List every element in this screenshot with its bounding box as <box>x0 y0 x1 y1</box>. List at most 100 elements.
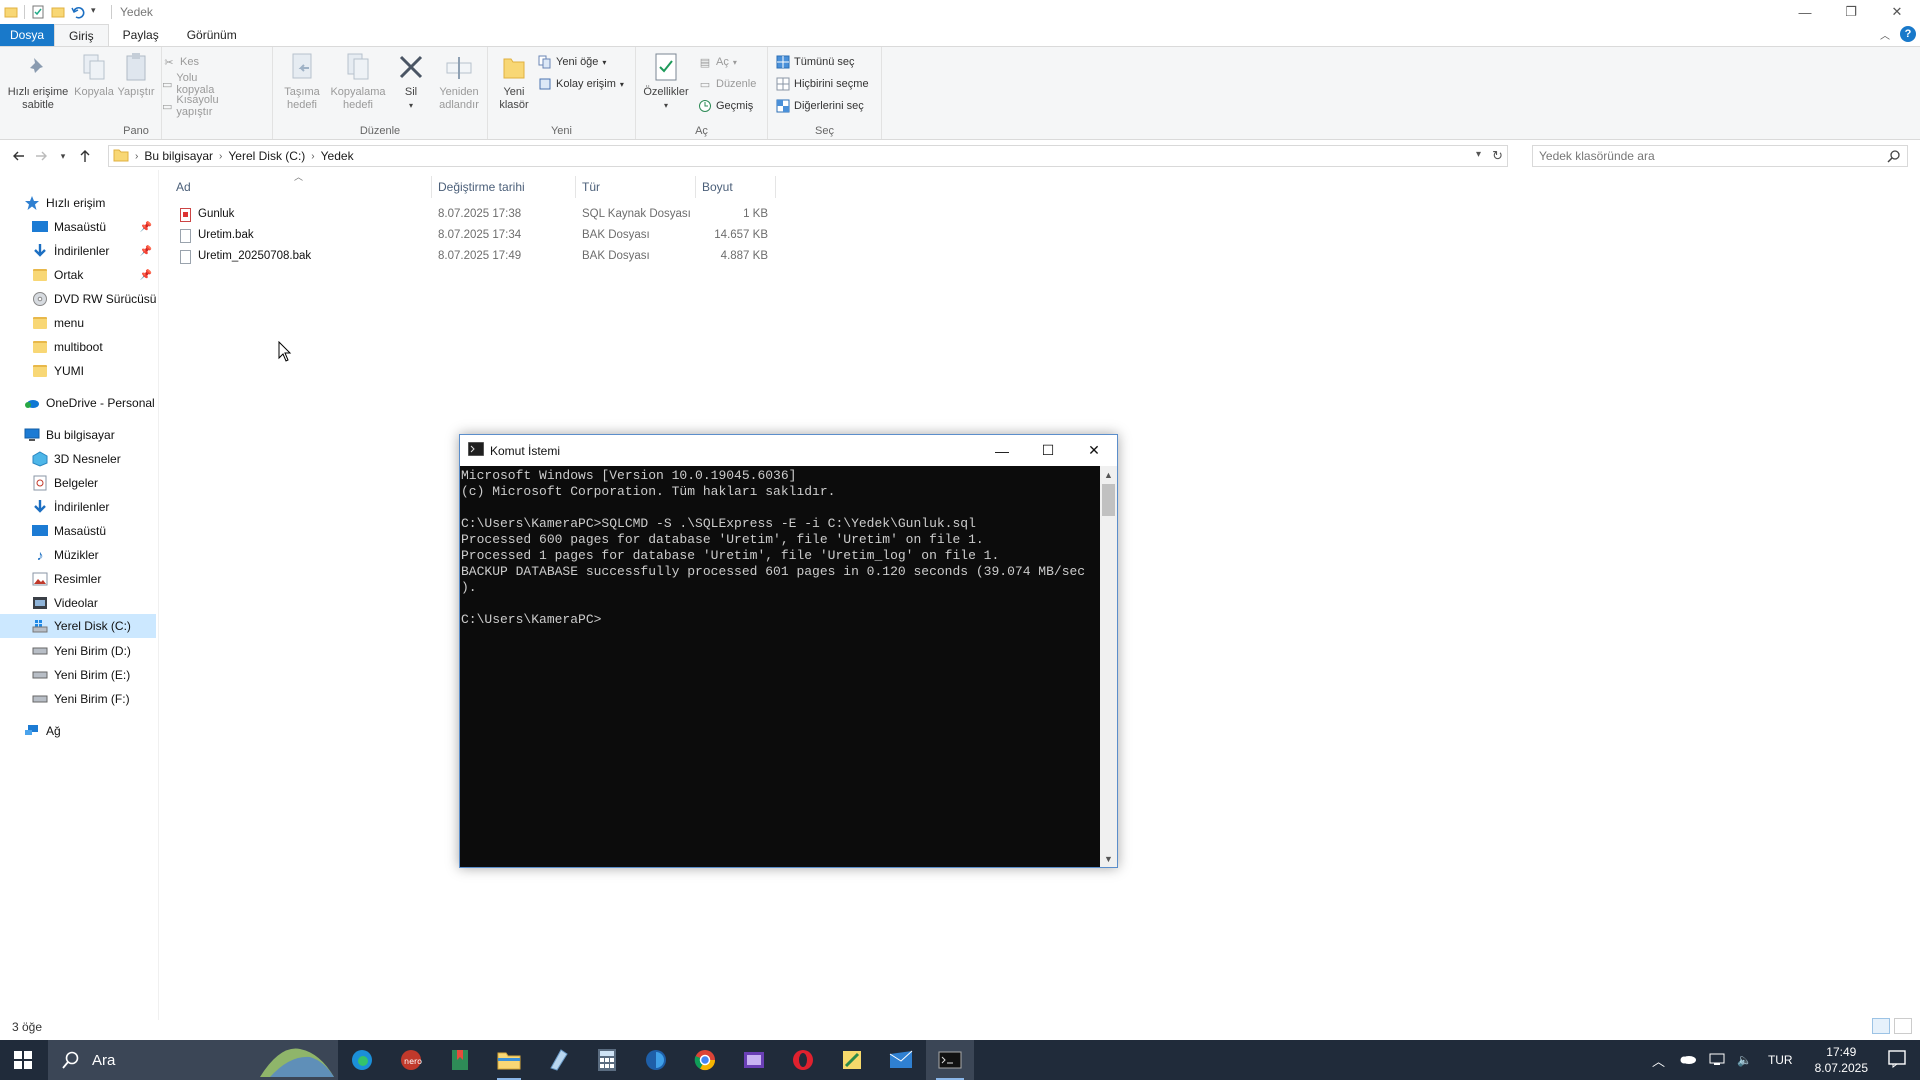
breadcrumb-this-pc[interactable]: Bu bilgisayar <box>144 149 213 163</box>
select-none-button[interactable]: Hiçbirini seçme <box>776 75 869 93</box>
tab-file[interactable]: Dosya <box>0 24 54 46</box>
file-row-gunluk[interactable]: Gunluk 8.07.2025 17:38 SQL Kaynak Dosyas… <box>176 205 776 225</box>
cmd-maximize-button[interactable]: ☐ <box>1025 435 1071 466</box>
new-folder-icon[interactable] <box>51 5 65 19</box>
cmd-minimize-button[interactable]: — <box>979 435 1025 466</box>
nav-music[interactable]: ♪ Müzikler <box>32 544 156 566</box>
recent-locations-button[interactable]: ▾ <box>52 145 74 167</box>
nav-local-disk-c[interactable]: Yerel Disk (C:) <box>0 614 156 638</box>
edit-button[interactable]: ▭ Düzenle <box>698 75 757 93</box>
nav-downloads[interactable]: İndirilenler <box>32 496 156 518</box>
copy-to-button[interactable]: Kopyalama hedefi <box>327 51 389 112</box>
scroll-up-icon[interactable]: ▲ <box>1100 466 1117 483</box>
properties-button[interactable]: Özellikler ▾ <box>640 51 692 112</box>
pin-icon[interactable]: 📌 <box>140 246 152 257</box>
file-row-uretim-bak[interactable]: Uretim.bak 8.07.2025 17:34 BAK Dosyası 1… <box>176 226 776 246</box>
cmd-title-bar[interactable]: Komut İstemi — ☐ ✕ <box>460 435 1117 466</box>
taskbar-file-explorer[interactable] <box>489 1040 529 1080</box>
paste-shortcut-button[interactable]: ▭ Kısayolu yapıştır <box>162 94 222 118</box>
open-button[interactable]: ▤ Aç ▾ <box>698 53 737 71</box>
nav-multiboot[interactable]: multiboot <box>32 336 156 358</box>
nav-onedrive[interactable]: OneDrive - Personal <box>24 392 156 414</box>
cmd-scrollbar[interactable]: ▲ ▼ <box>1100 466 1117 867</box>
tab-share[interactable]: Paylaş <box>109 24 173 46</box>
details-view-button[interactable] <box>1872 1018 1890 1034</box>
clock[interactable]: 17:49 8.07.2025 <box>1815 1044 1868 1076</box>
column-header-name[interactable]: Ad ︿ <box>170 172 432 198</box>
nav-3d-objects[interactable]: 3D Nesneler <box>32 448 156 470</box>
taskbar-command-prompt[interactable] <box>926 1040 974 1080</box>
search-input[interactable] <box>1539 149 1869 163</box>
nav-volume-e[interactable]: Yeni Birim (E:) <box>32 664 156 686</box>
tab-view[interactable]: Görünüm <box>173 24 251 46</box>
nav-downloads-quick[interactable]: İndirilenler 📌 <box>32 240 156 262</box>
pin-icon[interactable]: 📌 <box>140 222 152 233</box>
nav-quick-access[interactable]: Hızlı erişim <box>24 192 154 214</box>
history-button[interactable]: Geçmiş <box>698 97 753 115</box>
nav-this-pc[interactable]: Bu bilgisayar <box>24 424 156 446</box>
nav-network[interactable]: Ağ <box>24 720 156 742</box>
notification-center-icon[interactable] <box>1888 1049 1906 1071</box>
rename-button[interactable]: Yeniden adlandır <box>433 51 485 112</box>
scroll-thumb[interactable] <box>1102 484 1115 516</box>
taskbar-app-bookmark[interactable] <box>440 1040 480 1080</box>
nav-desktop-quick[interactable]: Masaüstü 📌 <box>32 216 156 238</box>
nav-documents[interactable]: Belgeler <box>32 472 156 494</box>
input-language[interactable]: TUR <box>1768 1053 1793 1067</box>
new-item-button[interactable]: Yeni öğe ▾ <box>538 53 606 71</box>
column-header-type[interactable]: Tür <box>576 176 696 198</box>
copy-button[interactable]: Kopyala <box>72 51 116 99</box>
file-row-uretim-20250708[interactable]: Uretim_20250708.bak 8.07.2025 17:49 BAK … <box>176 247 776 267</box>
breadcrumb-yedek[interactable]: Yedek <box>321 149 354 163</box>
taskbar-edge[interactable] <box>342 1040 382 1080</box>
nav-volume-d[interactable]: Yeni Birim (D:) <box>32 640 156 662</box>
invert-selection-button[interactable]: Diğerlerini seç <box>776 97 864 115</box>
nav-ortak[interactable]: Ortak 📌 <box>32 264 156 286</box>
restore-button[interactable]: ❐ <box>1828 0 1874 24</box>
help-icon[interactable]: ? <box>1900 26 1916 42</box>
minimize-button[interactable]: — <box>1782 0 1828 24</box>
nav-volume-f[interactable]: Yeni Birim (F:) <box>32 688 156 710</box>
show-hidden-icons-icon[interactable]: ︿ <box>1652 1051 1665 1070</box>
copy-path-button[interactable]: ▭ Yolu kopyala <box>162 72 218 96</box>
cmd-close-button[interactable]: ✕ <box>1071 435 1117 466</box>
breadcrumb-local-disk[interactable]: Yerel Disk (C:) <box>228 149 305 163</box>
nav-menu[interactable]: menu <box>32 312 156 334</box>
collapse-ribbon-icon[interactable]: ︿ <box>1880 27 1890 42</box>
back-button[interactable] <box>8 145 30 167</box>
address-history-dropdown[interactable]: ▾ <box>1476 149 1481 160</box>
start-button[interactable] <box>0 1040 46 1080</box>
network-tray-icon[interactable] <box>1709 1052 1725 1069</box>
scroll-down-icon[interactable]: ▼ <box>1100 850 1117 867</box>
onedrive-tray-icon[interactable] <box>1679 1053 1697 1068</box>
close-button[interactable]: ✕ <box>1874 0 1920 24</box>
nav-yumi[interactable]: YUMI <box>32 360 156 382</box>
taskbar-notepad[interactable] <box>538 1040 578 1080</box>
nav-pictures[interactable]: Resimler <box>32 568 156 590</box>
pin-icon[interactable]: 📌 <box>140 270 152 281</box>
column-header-date[interactable]: Değiştirme tarihi <box>432 176 576 198</box>
taskbar-calculator[interactable] <box>587 1040 627 1080</box>
move-to-button[interactable]: Taşıma hedefi <box>277 51 327 112</box>
pin-quick-access-button[interactable]: Hızlı erişime sabitle <box>4 51 72 112</box>
taskbar-mail[interactable] <box>881 1040 921 1080</box>
nav-desktop[interactable]: Masaüstü <box>32 520 156 542</box>
nav-videos[interactable]: Videolar <box>32 592 156 614</box>
taskbar-search[interactable]: Ara <box>48 1040 338 1080</box>
cmd-console-output[interactable]: Microsoft Windows [Version 10.0.19045.60… <box>460 466 1101 867</box>
taskbar-app-circle[interactable] <box>636 1040 676 1080</box>
up-button[interactable] <box>74 145 96 167</box>
delete-button[interactable]: Sil ▾ <box>391 51 431 112</box>
easy-access-button[interactable]: Kolay erişim ▾ <box>538 75 624 93</box>
cut-button[interactable]: ✂ Kes <box>162 53 199 71</box>
column-header-size[interactable]: Boyut <box>696 176 776 198</box>
command-prompt-window[interactable]: Komut İstemi — ☐ ✕ Microsoft Windows [Ve… <box>459 434 1118 868</box>
properties-icon[interactable] <box>31 5 45 19</box>
taskbar-script-app[interactable] <box>832 1040 872 1080</box>
customize-toolbar-icon[interactable]: ▾ <box>91 5 105 19</box>
tab-home[interactable]: Giriş <box>54 24 109 46</box>
nav-dvd-drive[interactable]: DVD RW Sürücüsü ( <box>32 288 156 310</box>
new-folder-button[interactable]: Yeni klasör <box>494 51 534 112</box>
breadcrumb-separator[interactable]: › <box>311 151 314 162</box>
volume-icon[interactable]: 🔈 <box>1737 1053 1752 1067</box>
